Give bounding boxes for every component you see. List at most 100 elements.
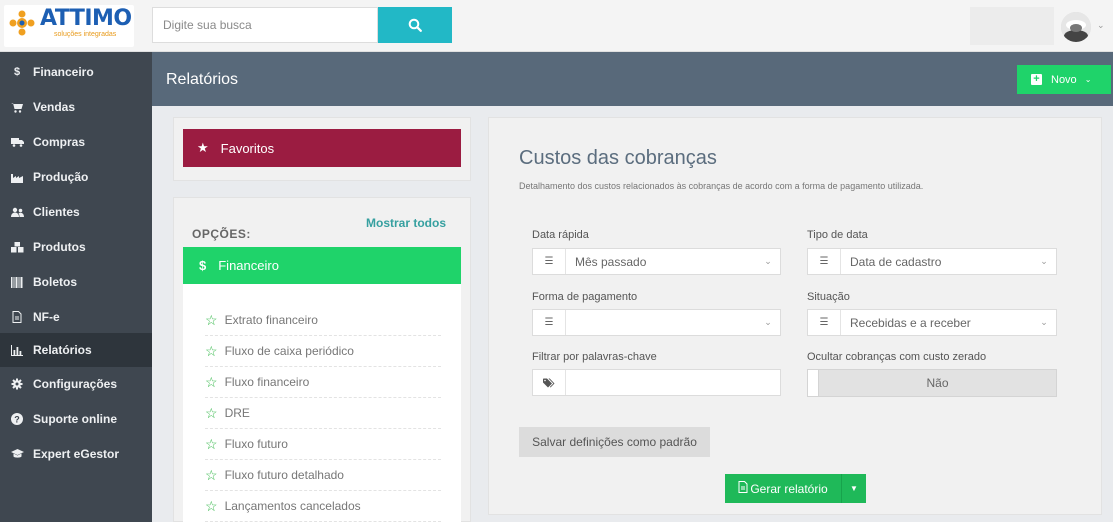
tags-icon — [533, 370, 566, 395]
chevron-down-icon: ⌄ — [764, 317, 772, 327]
sidebar-item-label: Expert eGestor — [33, 447, 120, 461]
file-icon — [10, 311, 24, 323]
save-default-button[interactable]: Salvar definições como padrão — [519, 427, 710, 457]
report-name: Fluxo futuro — [224, 437, 288, 451]
user-avatar-icon — [1061, 12, 1091, 42]
sidebar-item-nfe[interactable]: NF-e — [0, 300, 152, 334]
cart-icon — [10, 102, 24, 113]
logo-subtitle: soluções integradas — [54, 31, 117, 38]
sidebar-item-label: Relatórios — [33, 343, 92, 357]
hide-zero-label: Ocultar cobranças com custo zerado — [807, 351, 987, 363]
page-title: Relatórios — [166, 71, 239, 88]
payment-method-label: Forma de pagamento — [532, 291, 638, 303]
date-type-select[interactable]: ☰ Data de cadastro ⌄ — [807, 248, 1057, 275]
list-icon: ☰ — [533, 310, 566, 335]
star-outline-icon[interactable]: ☆ — [205, 405, 218, 422]
report-description: Detalhamento dos custos relacionados às … — [519, 181, 924, 191]
top-bar: ATTIMO soluções integradas ⌄ — [0, 0, 1113, 52]
star-outline-icon[interactable]: ☆ — [205, 312, 218, 329]
sidebar-item-financeiro[interactable]: $ Financeiro — [0, 55, 152, 89]
sidebar-item-relatorios[interactable]: Relatórios — [0, 333, 152, 367]
avatar[interactable] — [1061, 12, 1091, 42]
star-outline-icon[interactable]: ☆ — [205, 498, 218, 515]
logo-title: ATTIMO — [40, 6, 132, 31]
quick-date-value: Mês passado — [575, 254, 647, 269]
generate-report-button[interactable]: Gerar relatório ▼ — [725, 474, 866, 503]
list-icon: ☰ — [533, 249, 566, 274]
chevron-down-icon: ⌄ — [1040, 317, 1048, 327]
sidebar-item-label: Configurações — [33, 377, 118, 391]
list-item[interactable]: ☆ Fluxo financeiro — [205, 367, 441, 398]
payment-method-select[interactable]: ☰ ⌄ — [532, 309, 781, 336]
list-item[interactable]: ☆ DRE — [205, 398, 441, 429]
list-item[interactable]: ☆ Fluxo futuro — [205, 429, 441, 460]
star-icon: ★ — [197, 140, 209, 155]
new-button-label: Novo — [1051, 73, 1077, 86]
graduation-cap-icon — [10, 449, 24, 459]
quick-date-select[interactable]: ☰ Mês passado ⌄ — [532, 248, 781, 275]
sidebar-item-suporte-online[interactable]: ? Suporte online — [0, 402, 152, 436]
sidebar-item-boletos[interactable]: Boletos — [0, 265, 152, 299]
truck-icon — [10, 137, 24, 147]
report-name: Lançamentos cancelados — [224, 499, 361, 513]
list-icon: ☰ — [808, 310, 841, 335]
user-info-area — [970, 7, 1054, 45]
show-all-link[interactable]: Mostrar todos — [366, 216, 446, 230]
sidebar-item-produtos[interactable]: Produtos — [0, 230, 152, 264]
star-outline-icon[interactable]: ☆ — [205, 374, 218, 391]
status-select[interactable]: ☰ Recebidas e a receber ⌄ — [807, 309, 1057, 336]
favorites-label: Favoritos — [220, 140, 275, 156]
generate-report-main[interactable]: Gerar relatório — [725, 474, 842, 503]
gear-icon — [10, 378, 24, 390]
report-name: Fluxo financeiro — [224, 375, 310, 389]
sidebar-item-vendas[interactable]: Vendas — [0, 90, 152, 124]
sidebar-item-clientes[interactable]: Clientes — [0, 195, 152, 229]
list-item[interactable]: ☆ Lançamentos cancelados — [205, 491, 441, 522]
keywords-label: Filtrar por palavras-chave — [532, 351, 657, 363]
sidebar-item-expert-egestor[interactable]: Expert eGestor — [0, 437, 152, 471]
hide-zero-toggle[interactable]: Não — [807, 369, 1057, 397]
date-type-value: Data de cadastro — [850, 254, 942, 269]
chevron-down-icon: ⌄ — [764, 256, 772, 266]
sidebar-item-label: Financeiro — [33, 65, 94, 79]
search-input[interactable] — [152, 7, 378, 43]
factory-icon — [10, 172, 24, 183]
page-header — [152, 52, 1113, 106]
sidebar-item-label: Produção — [33, 170, 89, 184]
chevron-down-icon: ⌄ — [1040, 256, 1048, 266]
report-name: Fluxo futuro detalhado — [224, 468, 344, 482]
sidebar-item-label: Compras — [33, 135, 86, 149]
search-button[interactable] — [378, 7, 452, 43]
sidebar-item-label: Suporte online — [33, 412, 117, 426]
sidebar-item-configuracoes[interactable]: Configurações — [0, 367, 152, 401]
star-outline-icon[interactable]: ☆ — [205, 343, 218, 360]
sidebar-item-label: Clientes — [33, 205, 80, 219]
date-type-label: Tipo de data — [807, 229, 868, 241]
sidebar-item-label: NF-e — [33, 310, 60, 324]
list-item[interactable]: ☆ Extrato financeiro — [205, 305, 441, 336]
keywords-input[interactable] — [532, 369, 781, 396]
sidebar-item-label: Produtos — [33, 240, 86, 254]
cubes-icon — [10, 241, 24, 253]
category-financeiro[interactable]: $ Financeiro — [183, 247, 461, 284]
dollar-icon: $ — [199, 258, 207, 273]
list-item[interactable]: ☆ Fluxo futuro detalhado — [205, 460, 441, 491]
star-outline-icon[interactable]: ☆ — [205, 467, 218, 484]
favorites-button[interactable]: ★ Favoritos — [183, 129, 461, 167]
chevron-down-icon[interactable]: ⌄ — [1097, 20, 1105, 31]
sidebar: $ Financeiro Vendas Compras Produção Cli… — [0, 52, 152, 522]
users-icon — [10, 207, 24, 218]
logo[interactable]: ATTIMO soluções integradas — [4, 5, 134, 47]
chevron-down-icon: ⌄ — [1084, 75, 1092, 84]
status-label: Situação — [807, 291, 850, 303]
generate-report-label: Gerar relatório — [750, 481, 828, 496]
caret-down-icon[interactable]: ▼ — [842, 484, 866, 493]
report-name: Fluxo de caixa periódico — [224, 344, 354, 358]
new-button[interactable]: + Novo ⌄ — [1017, 65, 1111, 94]
report-name: Extrato financeiro — [224, 313, 318, 327]
quick-date-label: Data rápida — [532, 229, 589, 241]
list-item[interactable]: ☆ Fluxo de caixa periódico — [205, 336, 441, 367]
star-outline-icon[interactable]: ☆ — [205, 436, 218, 453]
sidebar-item-compras[interactable]: Compras — [0, 125, 152, 159]
sidebar-item-producao[interactable]: Produção — [0, 160, 152, 194]
